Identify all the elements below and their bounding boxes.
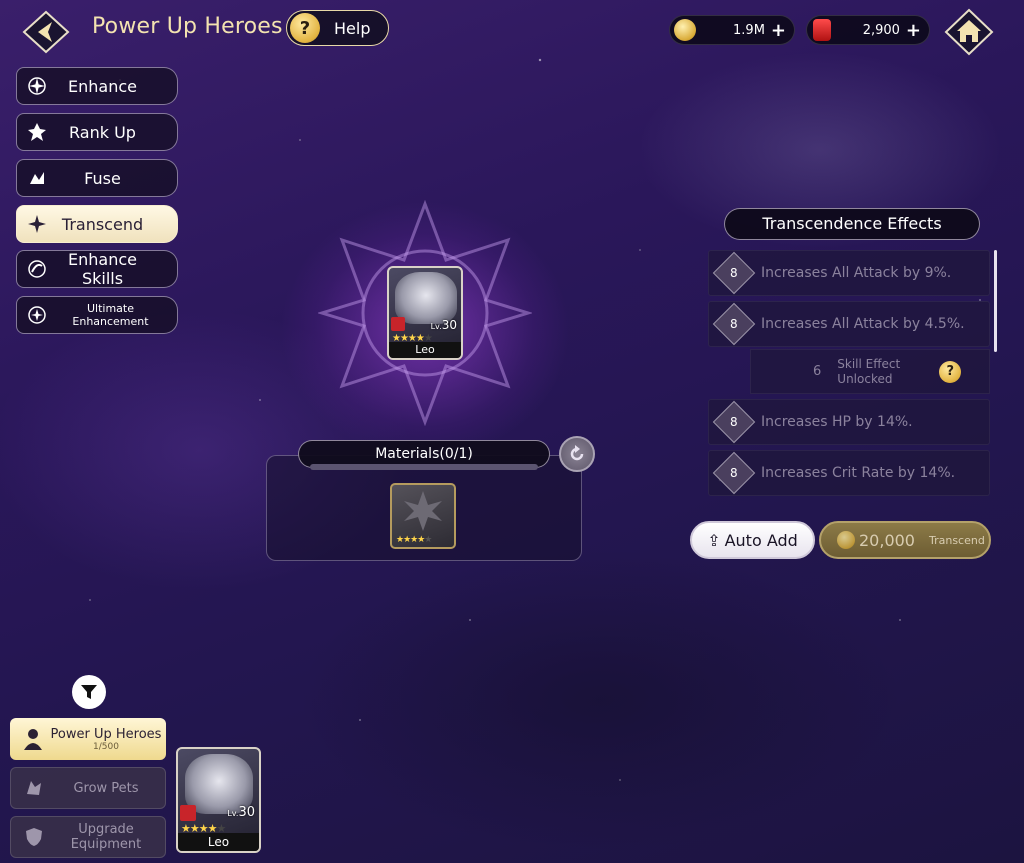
menu-transcend-button[interactable]: Transcend <box>16 205 178 243</box>
hero-name: Leo <box>389 342 461 358</box>
tab-upgrade-equipment[interactable]: Upgrade Equipment <box>10 816 166 858</box>
filter-button[interactable] <box>72 675 106 709</box>
hero-count: 1/500 <box>93 741 119 752</box>
effect-text: Increases All Attack by 4.5%. <box>761 316 965 332</box>
gem-icon <box>813 19 831 41</box>
ultimate-icon <box>26 304 48 326</box>
effect-row: 8 Increases All Attack by 4.5%. <box>708 301 990 347</box>
auto-add-label: Auto Add <box>724 530 798 550</box>
rank-up-icon <box>26 121 48 143</box>
hero-list-card[interactable]: Lv.30 ★★★★★ Leo <box>176 747 261 853</box>
hero-class-icon <box>391 317 405 331</box>
help-label: Help <box>334 18 371 38</box>
menu-rank-up-button[interactable]: Rank Up <box>16 113 178 151</box>
transcend-cost: 20,000 <box>859 530 915 550</box>
lock-level-icon: 8 <box>712 400 756 444</box>
hero-level: Lv.30 <box>227 805 255 820</box>
refresh-icon <box>570 445 584 461</box>
material-slot[interactable]: ★★★★★ <box>390 483 456 549</box>
tab-grow-pets-label: Grow Pets <box>73 780 139 796</box>
question-icon: ? <box>290 13 320 43</box>
transcend-button[interactable]: 20,000 Transcend <box>819 521 991 559</box>
gold-coin-icon <box>837 531 855 549</box>
gem-amount: 2,900 <box>862 22 900 38</box>
menu-fuse-label: Fuse <box>84 168 121 188</box>
material-star-rating: ★★★★★ <box>396 535 432 545</box>
shield-icon <box>21 824 47 850</box>
funnel-icon <box>81 685 97 699</box>
effect-text: Increases All Attack by 9%. <box>761 265 952 281</box>
home-button[interactable] <box>944 8 994 56</box>
menu-rank-up-label: Rank Up <box>69 122 136 142</box>
hero-level: Lv.30 <box>430 318 457 332</box>
effect-text: Increases HP by 14%. <box>761 414 913 430</box>
tab-power-up-heroes-label: Power Up Heroes <box>50 726 162 742</box>
auto-add-button[interactable]: ⇪ Auto Add <box>690 521 815 559</box>
tab-grow-pets[interactable]: Grow Pets <box>10 767 166 809</box>
gold-amount: 1.9M <box>733 22 765 38</box>
transcend-icon <box>26 213 48 235</box>
pet-icon <box>21 775 47 801</box>
effect-row: 8 Increases All Attack by 9%. <box>708 250 990 296</box>
add-gold-button[interactable]: + <box>771 20 786 41</box>
page-title: Power Up Heroes <box>92 14 283 39</box>
effect-text: Increases Crit Rate by 14%. <box>761 465 956 481</box>
skill-unlock-star-count: 6 <box>813 364 822 379</box>
hero-portrait <box>395 272 457 324</box>
fuse-icon <box>26 167 48 189</box>
reset-materials-button[interactable] <box>559 436 595 472</box>
transcendence-effects-title: Transcendence Effects <box>724 208 980 240</box>
menu-ultimate-enhancement-button[interactable]: Ultimate Enhancement <box>16 296 178 334</box>
menu-enhance-skills-button[interactable]: Enhance Skills <box>16 250 178 288</box>
transcend-label: Transcend <box>928 533 985 547</box>
hero-name: Leo <box>178 833 259 851</box>
lock-level-icon: 8 <box>712 451 756 495</box>
skill-orb-icon <box>26 258 48 280</box>
skill-effect-unlock-row: 6 Skill Effect Unlocked ? <box>750 349 990 394</box>
compass-star-icon <box>26 75 48 97</box>
skill-unlock-text: Skill Effect Unlocked <box>837 356 901 386</box>
menu-enhance-label: Enhance <box>68 76 137 96</box>
hero-class-icon <box>180 805 196 821</box>
gold-coin-icon <box>674 19 696 41</box>
lock-level-icon: 8 <box>712 251 756 295</box>
materials-progress-bar <box>310 464 538 470</box>
lock-level-icon: 8 <box>712 302 756 346</box>
gold-currency: 1.9M + <box>669 15 795 45</box>
tab-power-up-heroes[interactable]: Power Up Heroes 1/500 <box>10 718 166 760</box>
effect-row: 8 Increases Crit Rate by 14%. <box>708 450 990 496</box>
tab-upgrade-equipment-label: Upgrade Equipment <box>70 822 142 852</box>
home-icon <box>944 8 994 56</box>
effects-scrollbar[interactable] <box>994 250 997 352</box>
menu-fuse-button[interactable]: Fuse <box>16 159 178 197</box>
effect-row: 8 Increases HP by 14%. <box>708 399 990 445</box>
add-gem-button[interactable]: + <box>906 20 921 41</box>
selected-hero-card[interactable]: Lv.30 ★★★★★ Leo <box>387 266 463 360</box>
gem-currency: 2,900 + <box>806 15 930 45</box>
menu-enhance-button[interactable]: Enhance <box>16 67 178 105</box>
menu-transcend-label: Transcend <box>61 214 144 234</box>
upload-icon: ⇪ <box>707 530 721 550</box>
help-button[interactable]: ? Help <box>286 10 389 46</box>
material-silhouette-icon <box>404 491 442 531</box>
back-arrow-icon <box>22 10 70 54</box>
back-button[interactable] <box>22 10 70 54</box>
menu-ultimate-enhancement-label: Ultimate Enhancement <box>72 302 149 328</box>
hero-silhouette-icon <box>20 726 46 752</box>
skill-info-button[interactable]: ? <box>939 360 962 383</box>
menu-enhance-skills-label: Enhance Skills <box>68 250 137 288</box>
